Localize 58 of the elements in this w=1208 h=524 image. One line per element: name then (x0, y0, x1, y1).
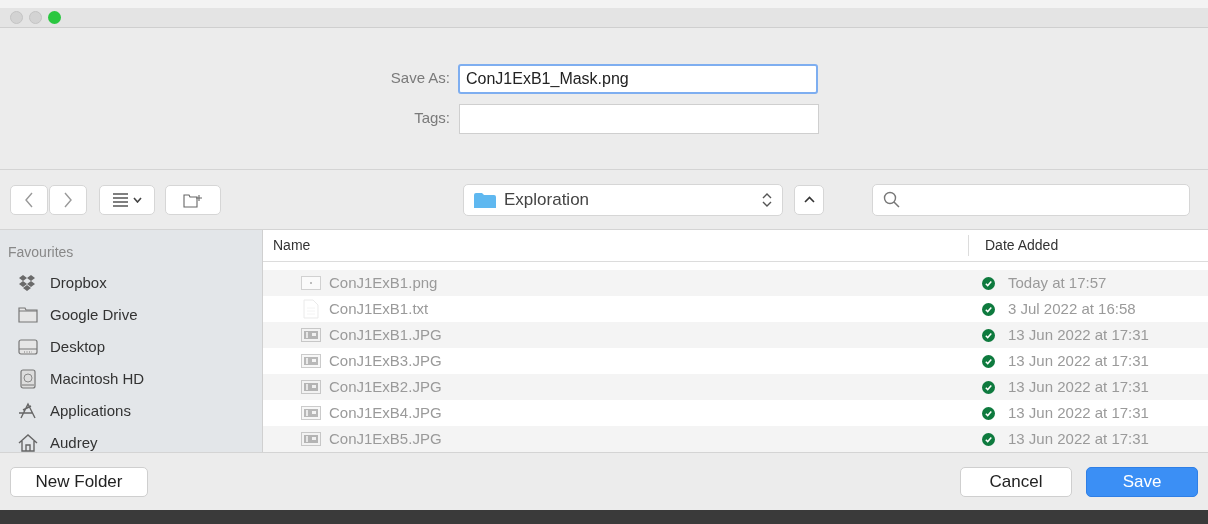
sidebar-item[interactable]: Macintosh HD (8, 363, 153, 395)
date-added: Today at 17:57 (1008, 272, 1108, 293)
file-name: ConJ1ExB1.txt (329, 298, 429, 319)
image-file-icon (301, 273, 321, 293)
column-header[interactable]: Name (263, 235, 968, 256)
chevron-right-icon (62, 190, 74, 209)
location-dropdown[interactable]: Exploration (463, 183, 783, 216)
field-label: Save As: (389, 68, 451, 89)
search-field[interactable] (872, 183, 1190, 216)
folder-plus-icon (183, 191, 203, 208)
search-icon (883, 191, 900, 208)
file-name: ConJ1ExB1.JPG (329, 324, 442, 345)
view-options-button[interactable] (99, 184, 155, 215)
photo-file-icon (301, 429, 321, 449)
window-control-button[interactable] (48, 11, 61, 24)
applications-icon (18, 401, 38, 421)
photo-file-icon (301, 403, 321, 423)
sidebar-item[interactable]: Applications (8, 395, 139, 427)
back-button[interactable] (10, 184, 48, 215)
enclosing-folder-button[interactable] (794, 184, 824, 215)
house-icon (18, 433, 38, 452)
sidebar-item[interactable]: Audrey (8, 427, 106, 452)
photo-file-icon (301, 377, 321, 397)
dialog-button[interactable]: New Folder (10, 466, 148, 497)
up-down-chevron-icon (762, 191, 772, 208)
folder-icon (18, 305, 38, 325)
date-added: 13 Jun 2022 at 17:31 (1008, 324, 1150, 345)
photo-file-icon (301, 351, 321, 371)
caret-icon (133, 196, 142, 203)
text-field[interactable] (459, 103, 819, 134)
photo-file-icon (301, 325, 321, 345)
file-name: ConJ1ExB3.JPG (329, 350, 442, 371)
date-added: 3 Jul 2022 at 16:58 (1008, 298, 1137, 319)
chevron-up-icon (803, 195, 815, 204)
forward-button[interactable] (49, 184, 87, 215)
chevron-left-icon (23, 190, 35, 209)
window-control-button[interactable] (10, 11, 23, 24)
date-added: 13 Jun 2022 at 17:31 (1008, 428, 1150, 449)
file-name: ConJ1ExB1.png (329, 272, 438, 293)
date-added: 13 Jun 2022 at 17:31 (1008, 402, 1150, 423)
list-view-icon (112, 191, 129, 208)
dialog-button[interactable]: Cancel (960, 466, 1072, 497)
field-label: Tags: (413, 108, 451, 129)
file-name: ConJ1ExB5.JPG (329, 428, 442, 449)
file-name: ConJ1ExB2.JPG (329, 376, 442, 397)
sidebar-item[interactable]: Desktop (8, 331, 114, 363)
desktop-icon (18, 337, 38, 357)
date-added: 13 Jun 2022 at 17:31 (1008, 350, 1150, 371)
date-added: 13 Jun 2022 at 17:31 (1008, 376, 1150, 397)
window-control-button[interactable] (29, 11, 42, 24)
new-folder-button[interactable] (165, 184, 221, 215)
sidebar-item[interactable]: Dropbox (8, 267, 115, 299)
folder-icon (474, 191, 496, 208)
file-name: ConJ1ExB4.JPG (329, 402, 442, 423)
text-field[interactable]: ConJ1ExB1_Mask.png (458, 63, 818, 94)
sidebar-heading: Favourites (8, 243, 75, 262)
sidebar-item[interactable]: Google Drive (8, 299, 146, 331)
column-header[interactable]: Date Added (968, 235, 1208, 256)
